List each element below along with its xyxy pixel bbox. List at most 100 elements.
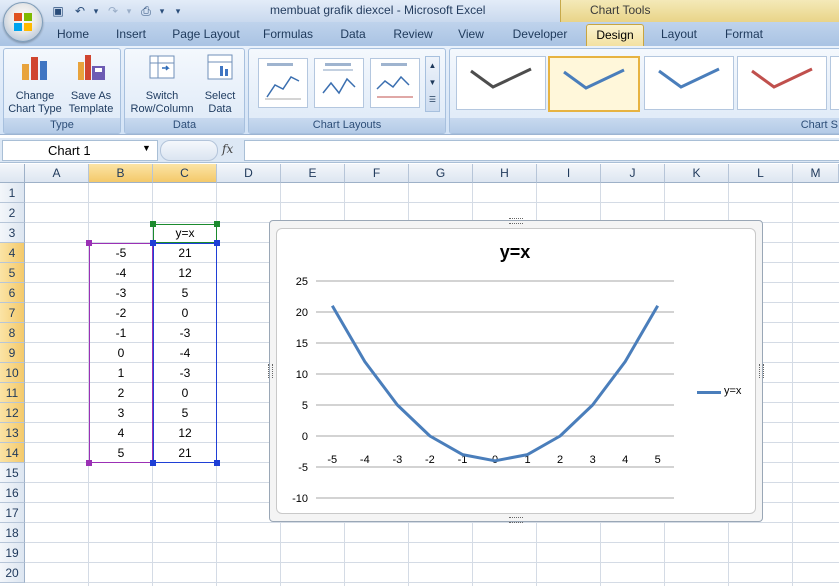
- y-tick-label-4: 5: [302, 400, 308, 412]
- range-handle-b14[interactable]: [86, 460, 92, 466]
- tab-insert[interactable]: Insert: [106, 24, 156, 45]
- tab-page-layout[interactable]: Page Layout: [166, 24, 246, 45]
- column-header-g[interactable]: G: [409, 164, 473, 183]
- chart-style-2-thumbnail[interactable]: [548, 56, 640, 112]
- y-tick-label-1: 20: [296, 307, 308, 319]
- row-header-3[interactable]: 3: [0, 223, 25, 243]
- switch-row-column-icon: [149, 55, 175, 79]
- column-header-e[interactable]: E: [281, 164, 345, 183]
- tab-view[interactable]: View: [450, 24, 492, 45]
- range-handle-c4[interactable]: [150, 240, 156, 246]
- row-header-13[interactable]: 13: [0, 423, 25, 443]
- tab-home[interactable]: Home: [48, 24, 98, 45]
- row-header-15[interactable]: 15: [0, 463, 25, 483]
- redo-icon[interactable]: ↷: [105, 3, 121, 19]
- row-header-14[interactable]: 14: [0, 443, 25, 463]
- scroll-down-icon[interactable]: ▼: [426, 74, 439, 91]
- column-header-f[interactable]: F: [345, 164, 409, 183]
- range-handle-c14-right[interactable]: [214, 460, 220, 466]
- row-header-4[interactable]: 4: [0, 243, 25, 263]
- office-logo-icon: [14, 13, 32, 31]
- row-header-8[interactable]: 8: [0, 323, 25, 343]
- column-header-b[interactable]: B: [89, 164, 153, 183]
- formula-expand-handle[interactable]: [160, 140, 218, 161]
- chart-style-4-icon: [751, 67, 813, 89]
- row-header-18[interactable]: 18: [0, 523, 25, 543]
- more-icon[interactable]: ☰: [426, 91, 439, 108]
- chart-style-5-thumbnail[interactable]: [830, 56, 839, 110]
- undo-icon[interactable]: ↶: [72, 3, 88, 19]
- chart-layout-2-thumbnail[interactable]: [314, 58, 364, 108]
- row-header-9[interactable]: 9: [0, 343, 25, 363]
- chart-style-3-thumbnail[interactable]: [644, 56, 734, 110]
- chart-layout-3-thumbnail[interactable]: [370, 58, 420, 108]
- chart-layouts-scroller[interactable]: ▲ ▼ ☰: [425, 56, 440, 112]
- redo-dropdown-icon[interactable]: ▾: [121, 3, 137, 19]
- name-box-value: Chart 1: [48, 143, 91, 158]
- range-handle-c4-right[interactable]: [214, 240, 220, 246]
- plot-area[interactable]: 2520151050-5-10 -5 -4 -3 -2 -1 0 1 2 3 4 5: [276, 228, 754, 512]
- tab-data[interactable]: Data: [330, 24, 376, 45]
- row-header-19[interactable]: 19: [0, 543, 25, 563]
- row-header-16[interactable]: 16: [0, 483, 25, 503]
- tab-format[interactable]: Format: [716, 24, 772, 45]
- window-title: membuat grafik diexcel - Microsoft Excel: [270, 3, 486, 17]
- column-header-h[interactable]: H: [473, 164, 537, 183]
- change-chart-type-button[interactable]: Change Chart Type: [6, 52, 64, 116]
- y-tick-label-0: 25: [296, 276, 308, 288]
- row-header-10[interactable]: 10: [0, 363, 25, 383]
- row-header-7[interactable]: 7: [0, 303, 25, 323]
- print-preview-dropdown-icon[interactable]: ▾: [154, 3, 170, 19]
- save-icon[interactable]: ▣: [50, 3, 66, 19]
- undo-dropdown-icon[interactable]: ▾: [88, 3, 104, 19]
- chart-resize-handle-top[interactable]: [509, 218, 523, 224]
- print-preview-icon[interactable]: ⎙: [138, 3, 154, 19]
- row-header-12[interactable]: 12: [0, 403, 25, 423]
- range-handle-c14[interactable]: [150, 460, 156, 466]
- insert-function-icon[interactable]: fx: [222, 142, 233, 156]
- column-header-a[interactable]: A: [25, 164, 89, 183]
- select-all-corner[interactable]: [0, 164, 25, 183]
- row-header-11[interactable]: 11: [0, 383, 25, 403]
- chart-resize-handle-right[interactable]: [759, 364, 764, 378]
- row-header-17[interactable]: 17: [0, 503, 25, 523]
- row-header-5[interactable]: 5: [0, 263, 25, 283]
- name-box-dropdown-icon[interactable]: ▼: [142, 143, 151, 153]
- column-header-m[interactable]: M: [793, 164, 839, 183]
- column-header-i[interactable]: I: [537, 164, 601, 183]
- tab-layout[interactable]: Layout: [652, 24, 706, 45]
- chart-resize-handle-left[interactable]: [268, 364, 273, 378]
- office-button[interactable]: [3, 2, 43, 42]
- save-as-template-button[interactable]: Save As Template: [64, 52, 118, 116]
- chart-resize-handle-bottom[interactable]: [509, 517, 523, 523]
- chart-style-2-line: [563, 68, 625, 90]
- column-header-l[interactable]: L: [729, 164, 793, 183]
- customize-toolbar-icon[interactable]: ▾: [170, 3, 186, 19]
- legend-series-label[interactable]: y=x: [724, 385, 741, 397]
- column-header-j[interactable]: J: [601, 164, 665, 183]
- row-header-2[interactable]: 2: [0, 203, 25, 223]
- formula-input[interactable]: [244, 140, 839, 161]
- column-header-d[interactable]: D: [217, 164, 281, 183]
- tab-design[interactable]: Design: [586, 24, 644, 46]
- column-header-k[interactable]: K: [665, 164, 729, 183]
- series-line-y-eq-x: [331, 305, 659, 463]
- chart-style-1-thumbnail[interactable]: [456, 56, 546, 110]
- tab-formulas[interactable]: Formulas: [255, 24, 321, 45]
- scroll-up-icon[interactable]: ▲: [426, 57, 439, 74]
- chart-layout-2-icon: [322, 63, 356, 95]
- column-header-c[interactable]: C: [153, 164, 217, 183]
- row-header-6[interactable]: 6: [0, 283, 25, 303]
- row-header-20[interactable]: 20: [0, 563, 25, 583]
- range-handle-b4[interactable]: [86, 240, 92, 246]
- chart-style-3-line: [658, 67, 720, 89]
- select-data-button[interactable]: Select Data: [198, 52, 242, 116]
- range-handle-c3[interactable]: [150, 221, 156, 227]
- switch-row-column-button[interactable]: Switch Row/Column: [126, 52, 198, 116]
- chart-layout-1-thumbnail[interactable]: [258, 58, 308, 108]
- row-header-1[interactable]: 1: [0, 183, 25, 203]
- chart-style-4-thumbnail[interactable]: [737, 56, 827, 110]
- tab-developer[interactable]: Developer: [502, 24, 578, 45]
- range-handle-c3-right[interactable]: [214, 221, 220, 227]
- tab-review[interactable]: Review: [386, 24, 440, 45]
